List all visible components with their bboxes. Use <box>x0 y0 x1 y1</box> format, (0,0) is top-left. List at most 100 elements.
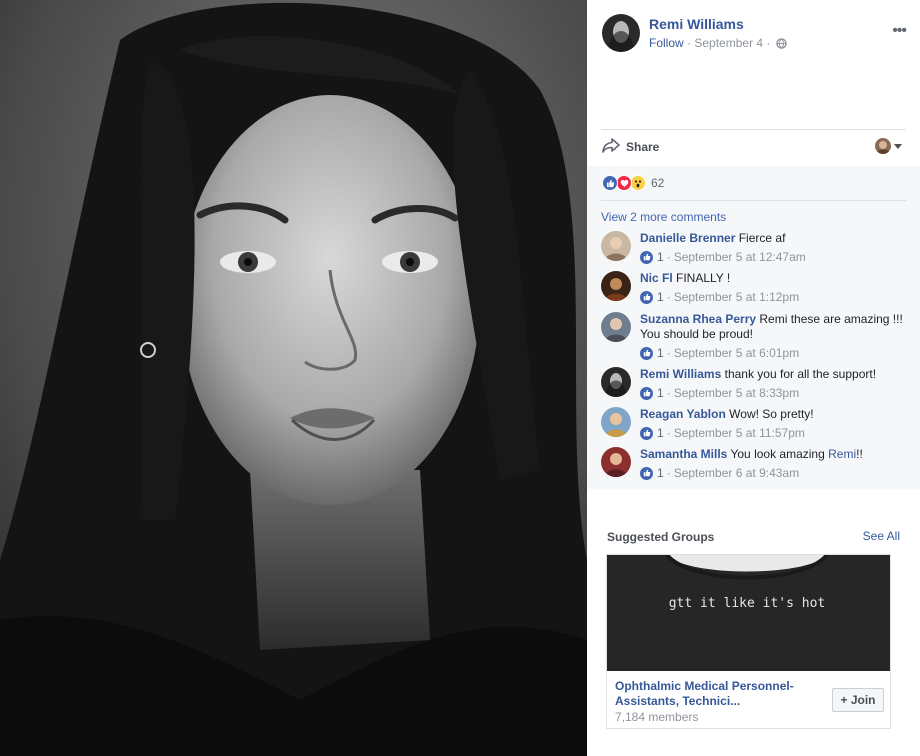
commenter-avatar[interactable] <box>601 367 631 397</box>
comment-text: Samantha Mills You look amazing Remi!! <box>640 447 910 462</box>
wow-icon <box>630 175 646 191</box>
comment-text: Danielle Brenner Fierce af <box>640 231 910 246</box>
comment-body: Fierce af <box>738 231 786 245</box>
thumb-icon <box>640 466 653 480</box>
comment-item: Remi Williams thank you for all the supp… <box>601 367 910 403</box>
commenter-name[interactable]: Suzanna Rhea Perry <box>640 312 756 326</box>
comment-meta: 1 · September 5 at 12:47am <box>640 250 806 264</box>
post-side-panel: Remi Williams Follow · September 4 · •••… <box>587 0 920 756</box>
viewer-avatar <box>875 138 891 154</box>
commenter-avatar[interactable] <box>601 271 631 301</box>
meta-separator: · <box>683 36 695 50</box>
love-icon <box>616 175 632 191</box>
comment-meta: 1 · September 5 at 8:33pm <box>640 386 799 400</box>
meta-dot: · <box>666 426 671 440</box>
post-header: Remi Williams Follow · September 4 · ••• <box>602 14 908 54</box>
author-name-link[interactable]: Remi Williams <box>649 16 744 32</box>
comment-body: thank you for all the support! <box>724 367 877 381</box>
globe-icon <box>775 38 787 52</box>
comment-body: You look amazing <box>730 447 829 461</box>
comment-item: Reagan Yablon Wow! So pretty! 1 · Septem… <box>601 407 910 443</box>
post-photo[interactable] <box>0 0 587 756</box>
comment-item: Samantha Mills You look amazing Remi!! 1… <box>601 447 910 483</box>
comment-meta: 1 · September 6 at 9:43am <box>640 466 799 480</box>
comment-like-count[interactable]: 1 <box>657 290 664 304</box>
commenter-name[interactable]: Danielle Brenner <box>640 231 735 245</box>
comment-text: Suzanna Rhea Perry Remi these are amazin… <box>640 312 910 342</box>
portrait-photo <box>0 0 587 756</box>
share-button[interactable]: Share <box>602 138 659 156</box>
more-options-icon[interactable]: ••• <box>892 22 907 40</box>
commenter-name[interactable]: Samantha Mills <box>640 447 727 461</box>
share-label: Share <box>626 140 660 154</box>
meta-dot: · <box>666 290 671 304</box>
follow-link[interactable]: Follow <box>649 36 684 50</box>
group-cover-image[interactable]: gtt it like it's hot <box>607 555 890 671</box>
audience-selector[interactable] <box>875 138 902 154</box>
thumb-icon <box>640 250 653 264</box>
divider-top <box>601 129 906 130</box>
join-group-button[interactable]: + Join <box>832 688 884 712</box>
group-name-link[interactable]: Ophthalmic Medical Personnel- Assistants… <box>615 679 805 709</box>
author-avatar-image <box>602 14 640 52</box>
comment-like-count[interactable]: 1 <box>657 386 664 400</box>
comment-item: Nic Fl FINALLY ! 1 · September 5 at 1:12… <box>601 271 910 307</box>
comment-like-count[interactable]: 1 <box>657 426 664 440</box>
comment-time[interactable]: September 5 at 6:01pm <box>674 346 799 360</box>
caret-down-icon <box>894 143 902 149</box>
like-icon <box>602 175 618 191</box>
thumb-icon <box>640 426 653 440</box>
comment-time[interactable]: September 6 at 9:43am <box>674 466 799 480</box>
commenter-avatar[interactable] <box>601 231 631 261</box>
comment-like-count[interactable]: 1 <box>657 250 664 264</box>
comment-time[interactable]: September 5 at 1:12pm <box>674 290 799 304</box>
meta-dot: · <box>666 386 671 400</box>
comment-like-count[interactable]: 1 <box>657 466 664 480</box>
commenter-avatar[interactable] <box>601 407 631 437</box>
comment-text: Nic Fl FINALLY ! <box>640 271 910 286</box>
group-member-count: 7,184 members <box>615 710 699 724</box>
comment-body: Wow! So pretty! <box>729 407 814 421</box>
thumb-icon <box>640 346 653 360</box>
post-date[interactable]: September 4 <box>694 36 763 50</box>
comment-body-end: !! <box>856 447 863 461</box>
comments-section: 62 View 2 more comments Danielle Brenner… <box>587 166 920 489</box>
view-more-comments-link[interactable]: View 2 more comments <box>601 210 726 224</box>
meta-dot: · <box>666 466 671 480</box>
comment-meta: 1 · September 5 at 11:57pm <box>640 426 805 440</box>
suggested-groups-title: Suggested Groups <box>607 530 715 544</box>
comment-meta: 1 · September 5 at 1:12pm <box>640 290 799 304</box>
tshirt-image: gtt it like it's hot <box>607 555 890 671</box>
see-all-link[interactable]: See All <box>863 529 900 543</box>
shirt-slogan: gtt it like it's hot <box>669 596 826 611</box>
mention-link[interactable]: Remi <box>828 447 856 461</box>
reaction-count: 62 <box>651 176 665 190</box>
suggested-group-card: gtt it like it's hot Ophthalmic Medical … <box>606 554 891 729</box>
author-avatar[interactable] <box>602 14 640 52</box>
commenter-avatar[interactable] <box>601 312 631 342</box>
meta-separator-2: · <box>763 36 774 50</box>
meta-dot: · <box>666 250 671 264</box>
comment-body: FINALLY ! <box>676 271 731 285</box>
comment-meta: 1 · September 5 at 6:01pm <box>640 346 799 360</box>
divider-comments <box>601 200 906 201</box>
comment-item: Suzanna Rhea Perry Remi these are amazin… <box>601 312 910 362</box>
comment-text: Reagan Yablon Wow! So pretty! <box>640 407 910 422</box>
share-icon <box>602 138 620 156</box>
comment-like-count[interactable]: 1 <box>657 346 664 360</box>
comment-time[interactable]: September 5 at 12:47am <box>674 250 806 264</box>
thumb-icon <box>640 386 653 400</box>
comment-item: Danielle Brenner Fierce af 1 · September… <box>601 231 910 267</box>
reactions-summary[interactable]: 62 <box>602 175 664 191</box>
action-row: Share <box>602 138 906 158</box>
comment-text: Remi Williams thank you for all the supp… <box>640 367 910 382</box>
comment-time[interactable]: September 5 at 11:57pm <box>674 426 805 440</box>
post-meta: Follow · September 4 · <box>649 36 787 52</box>
commenter-name[interactable]: Remi Williams <box>640 367 721 381</box>
thumb-icon <box>640 290 653 304</box>
meta-dot: · <box>666 346 671 360</box>
commenter-avatar[interactable] <box>601 447 631 477</box>
commenter-name[interactable]: Reagan Yablon <box>640 407 726 421</box>
commenter-name[interactable]: Nic Fl <box>640 271 673 285</box>
comment-time[interactable]: September 5 at 8:33pm <box>674 386 799 400</box>
